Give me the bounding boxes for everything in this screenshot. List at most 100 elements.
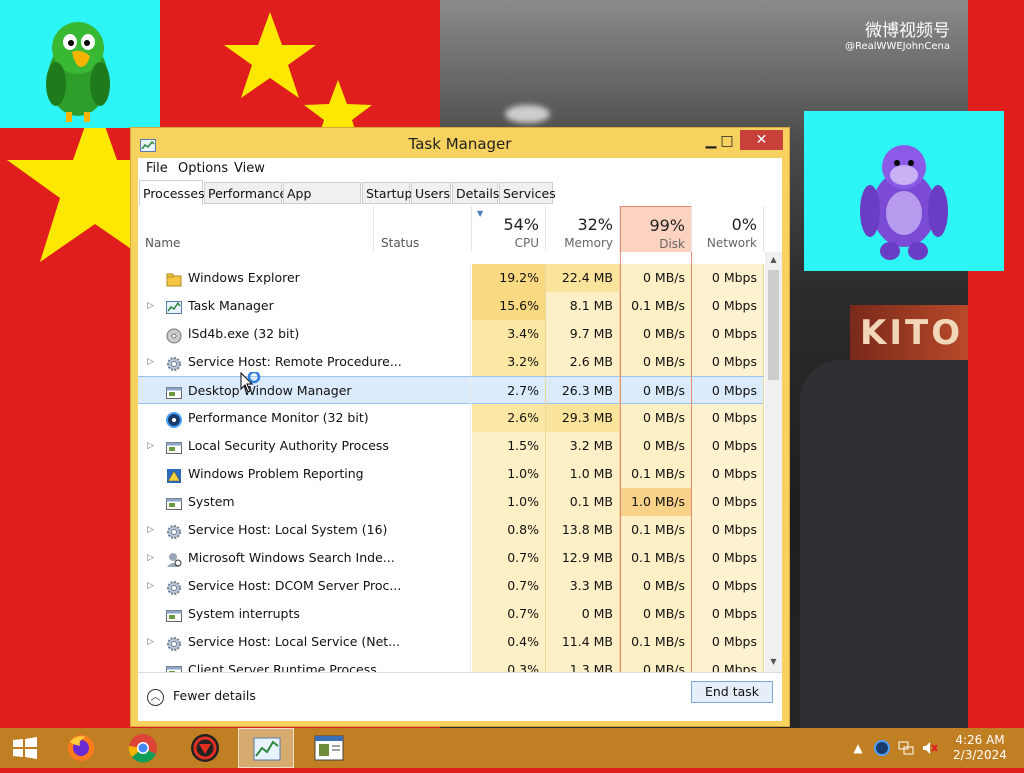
taskbar-chrome[interactable] — [118, 728, 168, 768]
gear-icon — [166, 634, 182, 651]
process-memory-value: 3.2 MB — [546, 432, 620, 460]
header-disk-percent: 99% — [649, 216, 685, 235]
close-button[interactable]: ✕ — [740, 130, 783, 150]
menu-options[interactable]: Options — [172, 158, 234, 180]
process-row[interactable]: Windows Explorer 19.2% 22.4 MB 0 MB/s 0 Mbps — [138, 264, 764, 292]
process-row[interactable]: ▷ Service Host: Local System (16) 0.8% 13.8… — [138, 516, 764, 544]
column-header-disk[interactable]: 99% Disk — [620, 206, 692, 252]
process-network-value: 0 Mbps — [692, 264, 764, 292]
system-clock[interactable]: 4:26 AM 2/3/2024 — [944, 733, 1016, 763]
process-cpu-value: 2.6% — [472, 404, 546, 432]
watermark-handle: @RealWWEJohnCena — [845, 41, 950, 52]
process-network-value: 0 Mbps — [692, 516, 764, 544]
tab-processes[interactable]: Processes — [139, 180, 205, 206]
process-row[interactable]: ▷ Microsoft Windows Search Inde... 0.7% 12.… — [138, 544, 764, 572]
watermark: 微博视频号 @RealWWEJohnCena — [845, 16, 950, 52]
process-row[interactable]: lSd4b.exe (32 bit) 3.4% 9.7 MB 0 MB/s 0 Mbps — [138, 320, 764, 348]
process-row[interactable]: ▷ Service Host: Local Service (Net... 0.4%… — [138, 628, 764, 656]
process-disk-value: 0.1 MB/s — [620, 516, 692, 544]
fewer-details-link[interactable]: Fewer details — [173, 688, 256, 703]
process-disk-value: 0.1 MB/s — [620, 628, 692, 656]
process-row[interactable]: ▷ Service Host: DCOM Server Proc... 0.7% 3.… — [138, 572, 764, 600]
tray-perfmon-icon[interactable] — [874, 740, 890, 756]
taskbar-firefox[interactable] — [56, 728, 106, 768]
process-cpu-value: 1.0% — [472, 488, 546, 516]
window-icon — [166, 438, 182, 454]
process-name: Service Host: Local System (16) — [188, 522, 388, 537]
expand-chevron-icon[interactable]: ▷ — [147, 572, 154, 600]
expand-chevron-icon[interactable]: ▷ — [147, 544, 154, 572]
gear-icon — [166, 578, 182, 595]
scroll-down-arrow-icon[interactable]: ▼ — [765, 654, 782, 670]
tab-services[interactable]: Services — [499, 182, 556, 204]
process-cpu-value: 19.2% — [472, 264, 546, 292]
tab-app-history[interactable]: App history — [283, 182, 361, 223]
process-memory-value: 22.4 MB — [546, 264, 620, 292]
network-icon[interactable] — [898, 740, 914, 756]
expand-chevron-icon[interactable]: ▷ — [147, 628, 154, 656]
process-name-cell: ▷ Task Manager — [138, 292, 471, 320]
taskbar-red-app[interactable] — [180, 728, 230, 768]
chevron-up-icon[interactable]: ︿ — [147, 689, 164, 706]
process-network-value: 0 Mbps — [692, 404, 764, 432]
tab-details[interactable]: Details — [452, 182, 499, 204]
clock-date: 2/3/2024 — [953, 748, 1007, 762]
tab-startup[interactable]: Startup — [362, 182, 412, 204]
process-name-cell: ▷ Local Security Authority Process — [138, 432, 471, 460]
purple-gorilla-icon — [860, 145, 948, 260]
process-cpu-value: 0.4% — [472, 628, 546, 656]
clock-time: 4:26 AM — [955, 733, 1005, 747]
window-title: Task Manager — [408, 135, 512, 153]
search-user-icon — [166, 550, 182, 567]
column-header-network[interactable]: 0% Network — [692, 206, 764, 252]
expand-chevron-icon[interactable]: ▷ — [147, 516, 154, 544]
perfmon-icon — [314, 735, 344, 761]
tab-users[interactable]: Users — [411, 182, 451, 204]
process-row[interactable]: Desktop Window Manager 2.7% 26.3 MB 0 MB/s 0… — [138, 376, 764, 405]
column-header-cpu[interactable]: ▼ 54% CPU — [472, 206, 546, 252]
process-name: System interrupts — [188, 606, 300, 621]
menu-view[interactable]: View — [228, 158, 271, 180]
process-row[interactable]: Performance Monitor (32 bit) 2.6% 29.3 MB 0… — [138, 404, 764, 432]
taskbar-task-manager[interactable] — [238, 728, 294, 768]
process-row[interactable]: ▷ Local Security Authority Process 1.5% 3.2… — [138, 432, 764, 460]
process-list: Name Status ▼ 54% CPU 32% Memory 99% Dis… — [138, 206, 782, 672]
process-row[interactable]: Client Server Runtime Process 0.3% 1.3 MB 0… — [138, 656, 764, 672]
vertical-scrollbar[interactable]: ▲ ▼ — [765, 252, 782, 672]
end-task-button[interactable]: End task — [691, 681, 773, 703]
process-name-cell: Desktop Window Manager — [138, 377, 471, 405]
process-memory-value: 26.3 MB — [546, 377, 620, 405]
start-button[interactable] — [0, 728, 50, 768]
process-memory-value: 0 MB — [546, 600, 620, 628]
maximize-button[interactable]: □ — [714, 130, 740, 152]
column-header-memory[interactable]: 32% Memory — [546, 206, 620, 252]
process-network-value: 0 Mbps — [692, 656, 764, 672]
tab-performance[interactable]: Performance — [204, 182, 287, 204]
scroll-up-arrow-icon[interactable]: ▲ — [765, 252, 782, 268]
process-row[interactable]: ▷ Service Host: Remote Procedure... 3.2% 2.… — [138, 348, 764, 376]
menu-file[interactable]: File — [140, 158, 174, 180]
task-manager-window[interactable]: Task Manager ▁ □ ✕ File Options View Pro… — [130, 127, 790, 727]
process-network-value: 0 Mbps — [692, 488, 764, 516]
scroll-thumb[interactable] — [768, 270, 779, 380]
expand-chevron-icon[interactable]: ▷ — [147, 348, 154, 376]
process-name: System — [188, 494, 235, 509]
process-row[interactable]: System interrupts 0.7% 0 MB 0 MB/s 0 Mbps — [138, 600, 764, 628]
show-hidden-icons-icon[interactable]: ▲ — [850, 740, 866, 756]
process-row[interactable]: ▷ Task Manager 15.6% 8.1 MB 0.1 MB/s 0 Mbps — [138, 292, 764, 320]
process-memory-value: 29.3 MB — [546, 404, 620, 432]
taskbar-performance-monitor[interactable] — [304, 728, 354, 768]
process-row[interactable]: System 1.0% 0.1 MB 1.0 MB/s 0 Mbps — [138, 488, 764, 516]
expand-chevron-icon[interactable]: ▷ — [147, 292, 154, 320]
title-bar[interactable]: Task Manager ▁ □ ✕ — [131, 128, 789, 158]
column-header-status[interactable]: Status — [374, 206, 472, 252]
process-row[interactable]: Windows Problem Reporting 1.0% 1.0 MB 0.1 M… — [138, 460, 764, 488]
process-network-value: 0 Mbps — [692, 377, 764, 405]
expand-chevron-icon[interactable]: ▷ — [147, 432, 154, 460]
taskmgr-icon — [253, 737, 281, 761]
process-disk-value: 0 MB/s — [620, 572, 692, 600]
column-header-name[interactable]: Name — [138, 206, 374, 252]
windows-logo-icon — [13, 737, 37, 759]
volume-muted-icon[interactable] — [922, 740, 938, 756]
video-person — [800, 360, 968, 730]
